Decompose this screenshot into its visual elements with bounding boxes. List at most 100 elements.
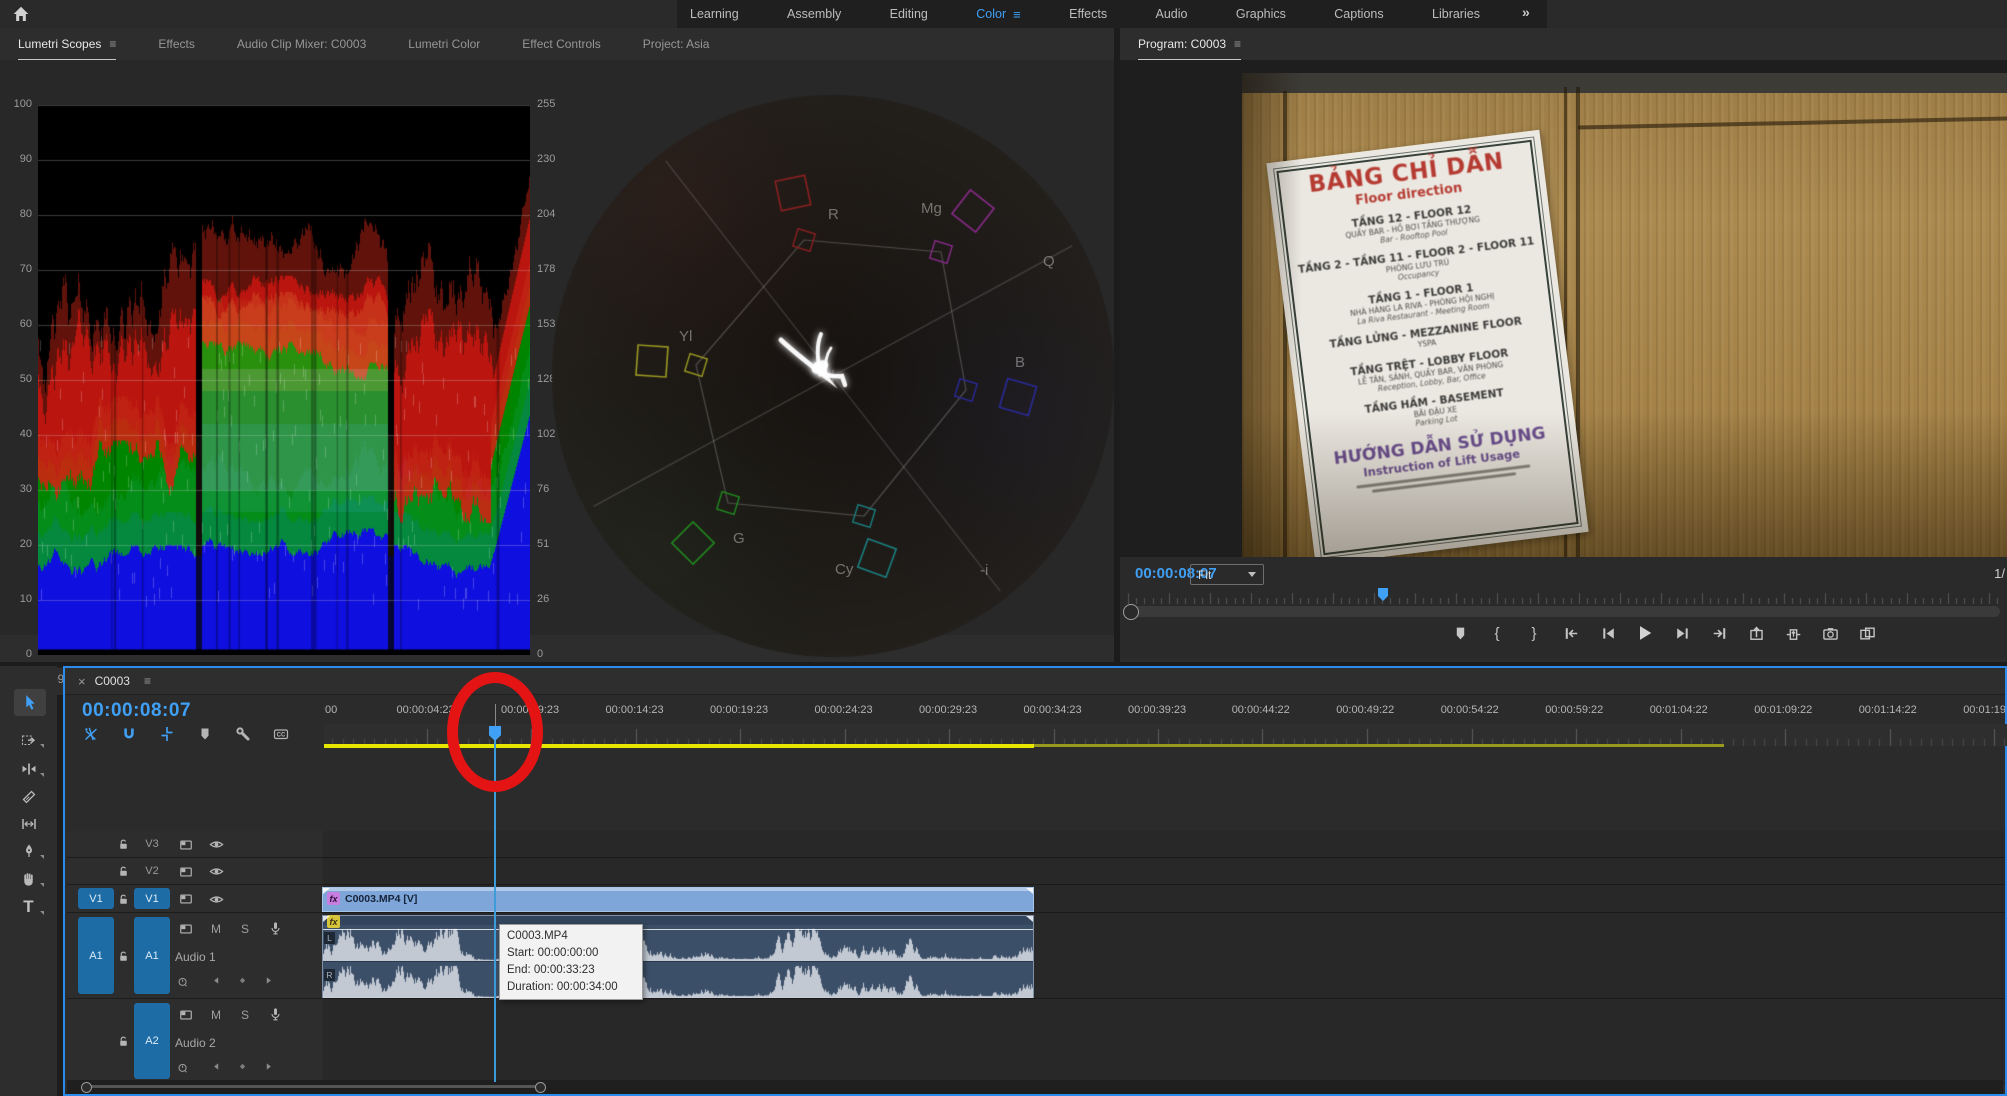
tab-lumetri-color[interactable]: Lumetri Color — [408, 29, 480, 60]
timeline-settings-button[interactable] — [235, 726, 253, 744]
solo-button[interactable]: S — [241, 1008, 249, 1022]
fade-handle[interactable] — [1026, 916, 1033, 922]
track-target-a2[interactable]: A2 — [134, 1003, 170, 1079]
tool-slip[interactable] — [0, 810, 57, 838]
comparison-view-button[interactable] — [1857, 623, 1877, 643]
tab-project-asia[interactable]: Project: Asia — [643, 29, 710, 60]
track-output-eye-icon[interactable] — [208, 864, 224, 880]
program-scroll-track[interactable] — [1126, 606, 2000, 617]
video-clip-c0003[interactable]: fx C0003.MP4 [V] — [322, 887, 1034, 912]
timeline-ruler-ticks[interactable] — [324, 724, 2007, 746]
workspace-tab-color[interactable]: Color≡ — [976, 7, 1020, 22]
sync-lock-icon[interactable] — [178, 864, 194, 880]
tab-effects[interactable]: Effects — [158, 29, 194, 60]
step-forward-button[interactable] — [1672, 623, 1692, 643]
closed-captions-button[interactable]: CC — [273, 726, 291, 744]
track-lane[interactable] — [323, 858, 2005, 885]
tool-track-select-forward[interactable] — [0, 726, 57, 754]
panel-menu-icon[interactable]: ≡ — [109, 37, 116, 51]
timeline-timecode[interactable]: 00:00:08:07 — [82, 700, 191, 722]
tool-ripple-edit[interactable] — [0, 755, 57, 783]
tab-program[interactable]: Program: C0003 ≡ — [1138, 28, 1241, 60]
program-scroll-handle[interactable] — [1123, 604, 1139, 620]
go-to-in-button[interactable] — [1561, 623, 1581, 643]
fade-handle[interactable] — [1026, 888, 1033, 894]
track-name-label[interactable]: Audio 2 — [175, 1036, 216, 1050]
track-target-v3[interactable]: V3 — [134, 834, 170, 854]
timeline-horizontal-scrollbar[interactable] — [67, 1080, 2003, 1094]
workspace-tab-graphics[interactable]: Graphics — [1236, 7, 1286, 21]
linked-selection-button[interactable] — [159, 726, 177, 744]
tab-lumetri-scopes[interactable]: Lumetri Scopes≡ — [18, 28, 116, 60]
add-keyframe-icon[interactable] — [237, 1061, 248, 1075]
sync-lock-icon[interactable] — [178, 891, 194, 907]
track-output-eye-icon[interactable] — [208, 891, 224, 907]
home-icon[interactable] — [12, 5, 30, 28]
step-back-button[interactable] — [1598, 623, 1618, 643]
previous-keyframe-icon[interactable] — [211, 975, 222, 989]
volume-keyframe-line[interactable] — [323, 929, 1033, 930]
workspace-tab-libraries[interactable]: Libraries — [1432, 7, 1480, 21]
lock-icon[interactable] — [115, 837, 131, 853]
voiceover-mic-icon[interactable] — [267, 1006, 283, 1022]
track-name-label[interactable]: Audio 1 — [175, 950, 216, 964]
keyframe-stopwatch-icon[interactable] — [175, 973, 191, 989]
solo-button[interactable]: S — [241, 922, 249, 936]
mark-in-button[interactable]: { — [1487, 623, 1507, 643]
keyframe-stopwatch-icon[interactable] — [175, 1059, 191, 1075]
panel-menu-icon[interactable]: ≡ — [144, 674, 151, 688]
track-target-a1[interactable]: A1 — [134, 917, 170, 994]
fade-handle[interactable] — [323, 916, 330, 922]
track-target-v2[interactable]: V2 — [134, 861, 170, 881]
extract-button[interactable] — [1783, 623, 1803, 643]
track-lane[interactable] — [323, 999, 2005, 1084]
tool-selection[interactable] — [0, 688, 57, 716]
mute-button[interactable]: M — [211, 1008, 221, 1022]
tab-effect-controls[interactable]: Effect Controls — [522, 29, 600, 60]
workspace-tab-menu-icon[interactable]: ≡ — [1013, 7, 1021, 22]
lock-icon[interactable] — [115, 891, 131, 907]
panel-menu-icon[interactable]: ≡ — [1234, 37, 1241, 51]
track-target-v1[interactable]: V1 — [134, 888, 170, 909]
tool-razor[interactable] — [0, 783, 57, 811]
source-patch-a1[interactable]: A1 — [78, 917, 114, 994]
sync-lock-icon[interactable] — [178, 837, 194, 853]
export-frame-button[interactable] — [1820, 623, 1840, 643]
voiceover-mic-icon[interactable] — [267, 920, 283, 936]
go-to-out-button[interactable] — [1709, 623, 1729, 643]
previous-keyframe-icon[interactable] — [211, 1061, 222, 1075]
tool-hand[interactable] — [0, 865, 57, 893]
workspace-overflow-icon[interactable]: » — [1522, 4, 1529, 20]
playback-resolution-label[interactable]: 1/ — [1994, 566, 2005, 581]
next-keyframe-icon[interactable] — [263, 975, 274, 989]
next-keyframe-icon[interactable] — [263, 1061, 274, 1075]
sync-lock-icon[interactable] — [178, 921, 194, 937]
workspace-tab-captions[interactable]: Captions — [1334, 7, 1383, 21]
close-icon[interactable]: × — [78, 674, 86, 689]
scrollbar-handle-right[interactable] — [535, 1082, 546, 1093]
add-marker-button[interactable] — [1450, 623, 1470, 643]
add-marker-button[interactable] — [197, 726, 215, 744]
source-patch-v1[interactable]: V1 — [78, 888, 114, 909]
tool-pen[interactable] — [0, 837, 57, 865]
snap-button[interactable] — [121, 726, 139, 744]
lock-icon[interactable] — [115, 864, 131, 880]
fade-handle[interactable] — [323, 888, 330, 894]
sync-lock-icon[interactable] — [178, 1007, 194, 1023]
track-output-eye-icon[interactable] — [208, 837, 224, 853]
workspace-tab-learning[interactable]: Learning — [690, 7, 739, 21]
workspace-tab-effects[interactable]: Effects — [1069, 7, 1107, 21]
play-button[interactable] — [1635, 623, 1655, 643]
tab-sequence-c0003[interactable]: C0003 — [95, 674, 130, 688]
lock-icon[interactable] — [115, 948, 131, 964]
lift-button[interactable] — [1746, 623, 1766, 643]
tab-audio-clip-mixer-c0003[interactable]: Audio Clip Mixer: C0003 — [237, 29, 366, 60]
program-mini-ruler[interactable] — [1120, 588, 2007, 604]
workspace-tab-editing[interactable]: Editing — [890, 7, 928, 21]
timeline-ruler-labels[interactable]: :00:0000:00:04:2300:00:09:2300:00:14:230… — [324, 704, 2005, 720]
lock-icon[interactable] — [115, 1034, 131, 1050]
track-lane[interactable] — [323, 831, 2005, 858]
tool-type[interactable]: T — [0, 893, 57, 921]
mark-out-button[interactable]: } — [1524, 623, 1544, 643]
workspace-tab-assembly[interactable]: Assembly — [787, 7, 841, 21]
